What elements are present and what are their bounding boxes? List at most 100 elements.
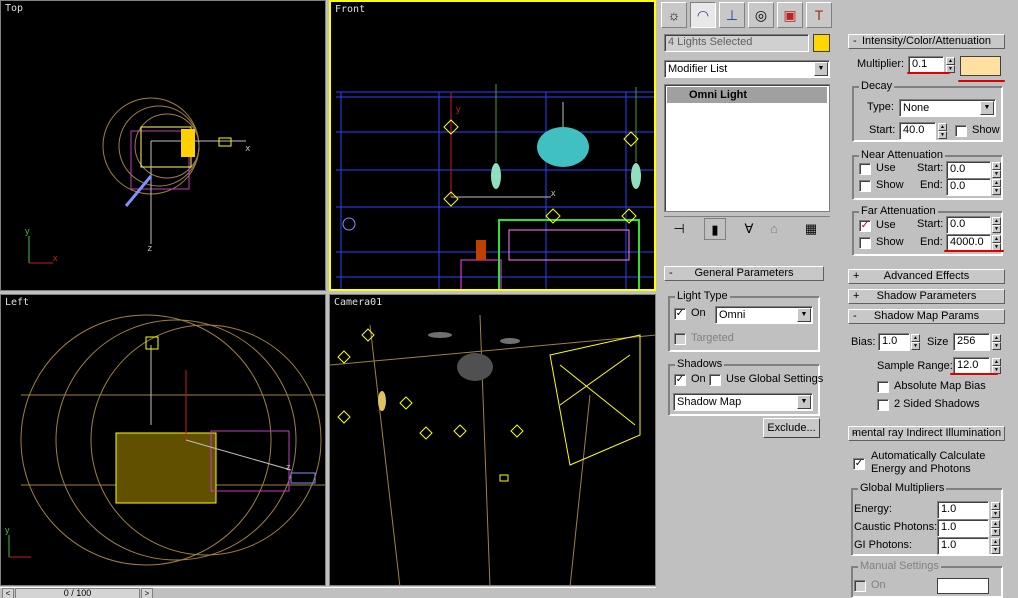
viewport-top-scene: x z y x xyxy=(25,97,251,264)
stack-tools-divider xyxy=(664,216,830,217)
annotation-underline xyxy=(907,72,950,74)
modify-tab[interactable]: ◠ xyxy=(690,2,716,28)
far-use-checkbox[interactable]: ✓ xyxy=(859,220,871,232)
near-end-spinner[interactable]: ▲ ▼ xyxy=(992,179,1001,195)
light-color-swatch[interactable] xyxy=(960,56,1001,76)
near-end-field[interactable]: 0.0 xyxy=(946,178,991,196)
far-use-label: Use xyxy=(876,219,896,231)
advanced-effects-rollout[interactable]: + Advanced Effects xyxy=(848,269,1005,284)
use-global-settings-checkbox[interactable] xyxy=(709,374,721,386)
motion-tab[interactable]: ◎ xyxy=(748,2,774,28)
rollout-title: General Parameters xyxy=(694,267,794,279)
far-show-checkbox[interactable] xyxy=(859,237,871,249)
hierarchy-tab[interactable]: ⊥ xyxy=(719,2,745,28)
rollout-title: Shadow Parameters xyxy=(876,290,977,302)
svg-text:y: y xyxy=(5,525,10,535)
near-show-label: Show xyxy=(876,179,904,191)
manual-on-checkbox[interactable] xyxy=(854,580,866,592)
decay-start-spinner[interactable]: ▲ ▼ xyxy=(938,123,947,139)
chevron-down-icon: ▼ xyxy=(797,395,811,409)
decay-start-field[interactable]: 40.0 xyxy=(899,122,936,140)
intensity-rollout[interactable]: - Intensity/Color/Attenuation xyxy=(848,34,1005,49)
viewport-front-label[interactable]: Front xyxy=(335,4,365,15)
energy-label: Energy: xyxy=(854,503,892,515)
display-tab[interactable]: ▣ xyxy=(777,2,803,28)
exclude-button[interactable]: Exclude... xyxy=(763,418,820,438)
far-start-spinner[interactable]: ▲ ▼ xyxy=(992,217,1001,233)
svg-text:z: z xyxy=(147,244,152,254)
pin-stack-icon[interactable]: ⊣ xyxy=(668,218,690,240)
absolute-map-bias-checkbox[interactable] xyxy=(877,381,889,393)
viewport-left[interactable]: Left z y xyxy=(0,294,326,586)
rollout-collapse-sign: - xyxy=(853,427,857,439)
shadow-type-value: Shadow Map xyxy=(677,396,742,408)
utilities-tab[interactable]: T xyxy=(806,2,832,28)
viewport-camera[interactable]: Camera01 xyxy=(329,294,656,586)
far-start-field[interactable]: 0.0 xyxy=(946,216,991,234)
energy-spinner[interactable]: ▲ ▼ xyxy=(991,502,1000,518)
remove-modifier-icon[interactable]: ⌂ xyxy=(763,218,785,240)
rollout-collapse-sign: - xyxy=(669,267,673,279)
modifier-list-dropdown[interactable]: Modifier List ▼ xyxy=(664,60,830,78)
viewport-front[interactable]: Front x y xyxy=(329,0,656,291)
max-workspace: Top x z y x Front x y Left z y Camera01 … xyxy=(0,0,1018,598)
energy-field[interactable]: 1.0 xyxy=(937,501,989,519)
viewport-camera-label[interactable]: Camera01 xyxy=(334,297,382,308)
time-slider[interactable]: 0 / 100 xyxy=(15,588,140,598)
bias-spinner[interactable]: ▲ ▼ xyxy=(911,334,920,350)
near-show-checkbox[interactable] xyxy=(859,180,871,192)
size-field[interactable]: 256 xyxy=(953,333,990,351)
bias-field[interactable]: 1.0 xyxy=(878,333,910,351)
sample-range-spinner[interactable]: ▲ ▼ xyxy=(992,358,1001,374)
shadow-parameters-rollout[interactable]: + Shadow Parameters xyxy=(848,289,1005,304)
manual-color-swatch[interactable] xyxy=(937,578,989,594)
near-start-spinner[interactable]: ▲ ▼ xyxy=(992,162,1001,178)
caustic-photons-field[interactable]: 1.0 xyxy=(937,519,989,537)
viewport-top[interactable]: Top x z y x xyxy=(0,0,326,291)
shadow-map-params-rollout[interactable]: - Shadow Map Params xyxy=(848,309,1005,324)
far-end-spinner[interactable]: ▲ ▼ xyxy=(992,235,1001,251)
light-type-dropdown[interactable]: Omni ▼ xyxy=(715,306,813,324)
group-title: Near Attenuation xyxy=(859,149,945,161)
group-title: Light Type xyxy=(675,290,730,302)
gi-photons-field[interactable]: 1.0 xyxy=(937,537,989,555)
light-on-checkbox[interactable]: ✓ xyxy=(674,308,686,320)
two-sided-shadows-checkbox[interactable] xyxy=(877,399,889,411)
decay-show-checkbox[interactable] xyxy=(955,125,967,137)
decay-show-label: Show xyxy=(972,124,1000,136)
light-type-value: Omni xyxy=(719,309,746,321)
size-label: Size xyxy=(927,336,949,348)
show-end-result-icon[interactable]: ▮ xyxy=(704,218,726,240)
stack-item-omni-light[interactable]: Omni Light xyxy=(667,87,827,103)
group-title: Shadows xyxy=(675,358,725,370)
targeted-checkbox[interactable] xyxy=(674,333,686,345)
object-color-swatch[interactable] xyxy=(813,34,830,52)
sample-range-label: Sample Range: xyxy=(877,360,953,372)
multiplier-spinner[interactable]: ▲ ▼ xyxy=(946,57,955,73)
auto-calculate-label-2: Energy and Photons xyxy=(871,463,971,475)
caustic-photons-spinner[interactable]: ▲ ▼ xyxy=(991,520,1000,536)
near-use-checkbox[interactable] xyxy=(859,163,871,175)
absolute-map-bias-label: Absolute Map Bias xyxy=(894,380,986,392)
near-start-field[interactable]: 0.0 xyxy=(946,161,991,179)
timeline-prev-button[interactable]: < xyxy=(2,588,14,598)
object-name-field[interactable]: 4 Lights Selected xyxy=(664,34,809,52)
group-title: Decay xyxy=(859,80,895,92)
shadow-type-dropdown[interactable]: Shadow Map ▼ xyxy=(673,393,813,411)
shadows-on-checkbox[interactable]: ✓ xyxy=(674,374,686,386)
mental-ray-rollout[interactable]: - mental ray Indirect Illumination xyxy=(848,426,1005,441)
gi-photons-spinner[interactable]: ▲ ▼ xyxy=(991,538,1000,554)
timeline-next-button[interactable]: > xyxy=(141,588,153,598)
auto-calculate-checkbox[interactable]: ✓ xyxy=(853,458,865,470)
create-tab[interactable]: ☼ xyxy=(661,2,687,28)
size-spinner[interactable]: ▲ ▼ xyxy=(992,334,1001,350)
configure-sets-icon[interactable]: ▦ xyxy=(800,218,822,240)
viewport-left-label[interactable]: Left xyxy=(5,297,29,308)
timeline: < 0 / 100 > xyxy=(0,587,656,598)
general-parameters-rollout[interactable]: - General Parameters xyxy=(664,266,824,281)
decay-type-dropdown[interactable]: None ▼ xyxy=(899,99,996,117)
viewport-top-label[interactable]: Top xyxy=(5,3,23,14)
make-unique-icon[interactable]: ∀ xyxy=(738,218,760,240)
annotation-underline xyxy=(958,80,1005,82)
modifier-stack[interactable]: Omni Light xyxy=(664,84,830,212)
